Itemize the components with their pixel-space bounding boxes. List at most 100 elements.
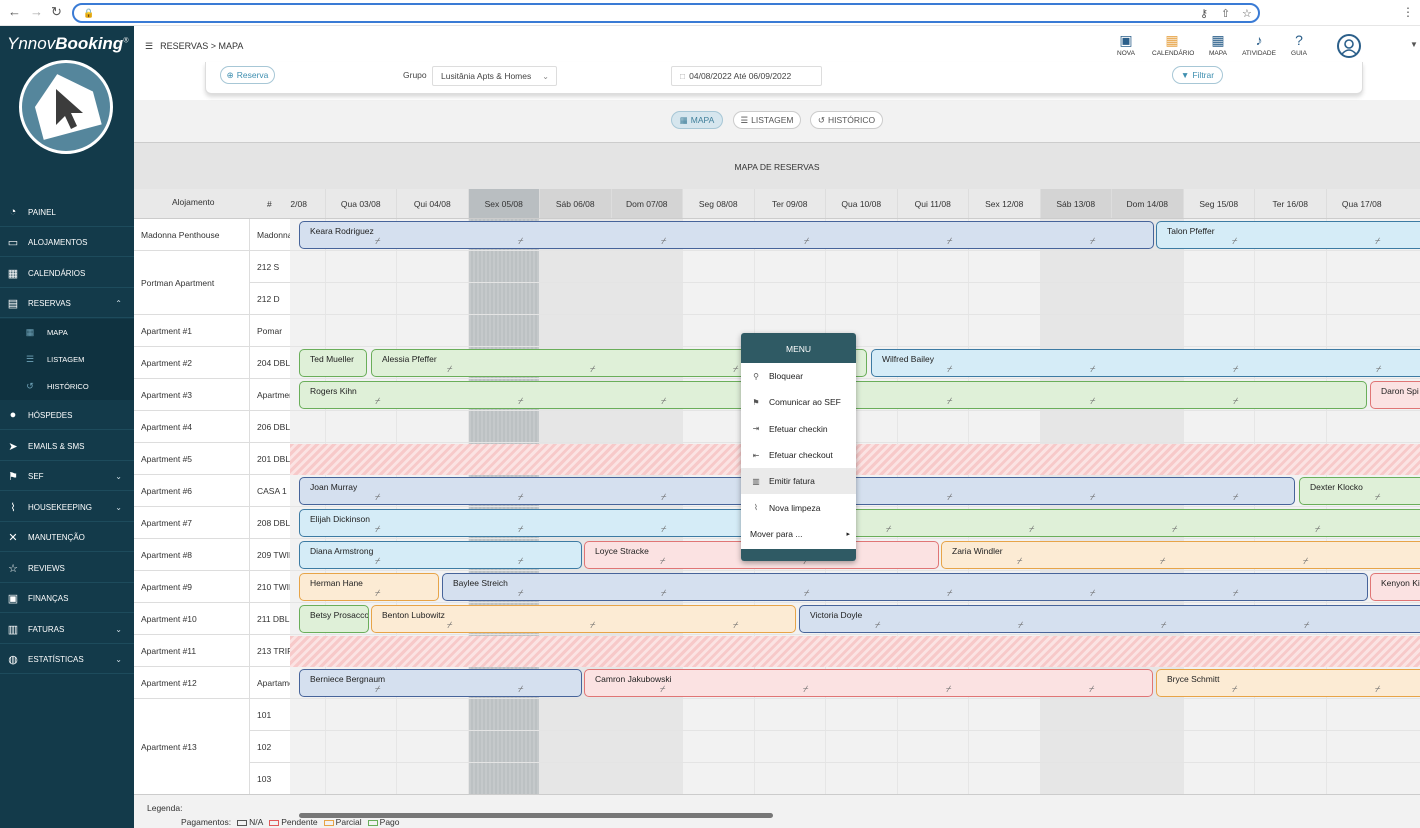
lock-icon: 🔒 xyxy=(83,8,95,18)
sidebar-item-calend-rios[interactable]: ▦ CALENDÁRIOS xyxy=(0,259,134,288)
sidebar-item-sef[interactable]: ⚑ SEF ⌄ xyxy=(0,462,134,491)
top-bar: ☰ RESERVAS > MAPA ▣ NOVA ▦ CALENDÁRIO ▦ MAPA ♪ A… xyxy=(134,26,1420,66)
topbar-atividade-button[interactable]: ♪ ATIVIDADE xyxy=(1239,32,1279,57)
booking-bar[interactable]: Wilfred Bailey ⌿ ⌿ ⌿ ⌿ xyxy=(871,349,1420,377)
room-label: 101 xyxy=(249,699,290,731)
topbar-nova-button[interactable]: ▣ NOVA xyxy=(1106,32,1146,57)
history-icon: ↺ xyxy=(817,114,825,125)
sidebar-subitem-2[interactable]: ↺ HISTÓRICO xyxy=(0,373,134,400)
arrow-left-icon[interactable]: ← xyxy=(8,5,21,19)
sidebar-subitem-0[interactable]: ▦ MAPA xyxy=(0,319,134,346)
accommodation-label[interactable]: Apartment #13 xyxy=(134,699,249,795)
star-icon: ☆ xyxy=(8,562,18,575)
room-number: 212 D xyxy=(257,293,280,304)
accommodation-label[interactable]: Apartment #8 xyxy=(134,539,249,571)
booking-bar[interactable]: Talon Pfeffer ⌿ ⌿ xyxy=(1156,221,1420,249)
reload-icon[interactable]: ↻ xyxy=(51,5,62,19)
booking-bar[interactable]: Betsy Prosacco xyxy=(299,605,369,633)
accommodation-label[interactable]: Apartment #10 xyxy=(134,603,249,635)
booking-bar[interactable]: Kenyon Ki xyxy=(1370,573,1420,601)
booking-bar[interactable]: Ted Mueller xyxy=(299,349,367,377)
booking-bar[interactable]: Benton Lubowitz ⌿ ⌿ ⌿ xyxy=(371,605,796,633)
booking-guest-name: Talon Pfeffer xyxy=(1167,226,1215,236)
accommodation-label[interactable]: Apartment #3 xyxy=(134,379,249,411)
booking-bar[interactable]: nn⌿⌿⌿⌿ xyxy=(810,509,1420,537)
sidebar-item-emails-sms[interactable]: ➤ EMAILS & SMS xyxy=(0,432,134,461)
accommodation-label[interactable]: Apartment #12 xyxy=(134,667,249,699)
sidebar-item-estat-sticas[interactable]: ◍ ESTATÍSTICAS ⌄ xyxy=(0,645,134,674)
avatar[interactable] xyxy=(1337,34,1361,58)
booking-bar[interactable]: Berniece Bergnaum ⌿ ⌿ xyxy=(299,669,582,697)
tab-mapa[interactable]: ▦ MAPA xyxy=(671,111,723,129)
date-range-input[interactable]: □ 04/08/2022 Até 06/09/2022 xyxy=(671,66,822,86)
broom-icon: ⌿ xyxy=(947,588,953,598)
booking-bar[interactable]: Camron Jakubowski ⌿ ⌿ ⌿ ⌿ xyxy=(584,669,1153,697)
group-select[interactable]: Lusitânia Apts & Homes ⌄ xyxy=(432,66,557,86)
sidebar-item-faturas[interactable]: ▥ FATURAS ⌄ xyxy=(0,615,134,644)
room-number: 209 TWIN xyxy=(257,549,290,560)
key-icon[interactable]: ⚷ xyxy=(1200,7,1208,20)
menu-item-emitir-fatura[interactable]: ▥ Emitir fatura xyxy=(741,468,856,495)
accommodation-label[interactable]: Apartment #2 xyxy=(134,347,249,379)
booking-bar[interactable]: Herman Hane ⌿ xyxy=(299,573,439,601)
accommodation-label[interactable]: Portman Apartment xyxy=(134,251,249,315)
user-icon: ● xyxy=(9,409,17,421)
accommodation-label[interactable]: Apartment #1 xyxy=(134,315,249,347)
booking-bar[interactable]: Zaria Windler ⌿ ⌿ ⌿ xyxy=(941,541,1420,569)
broom-icon: ⌿ xyxy=(1375,236,1381,246)
menu-item-bloquear[interactable]: ⚲ Bloquear xyxy=(741,363,856,389)
sidebar-item-h-spedes[interactable]: ● HÓSPEDES xyxy=(0,401,134,430)
accommodation-label[interactable]: Apartment #5 xyxy=(134,443,249,475)
tab-listagem[interactable]: ☰ LISTAGEM xyxy=(733,111,801,129)
broom-icon: ⌿ xyxy=(1375,684,1381,694)
booking-bar[interactable]: Daron Spi xyxy=(1370,381,1420,409)
filter-button[interactable]: ▼ Filtrar xyxy=(1172,66,1223,84)
address-bar[interactable]: 🔒 ⚷ ⇧ ☆ xyxy=(72,3,1260,23)
booking-bar[interactable]: Victoria Doyle ⌿ ⌿ ⌿ ⌿ xyxy=(799,605,1420,633)
sidebar-item-manuten-o[interactable]: ✕ MANUTENÇÃO xyxy=(0,523,134,552)
menu-item-efetuar-checkin[interactable]: ⇥ Efetuar checkin xyxy=(741,416,856,442)
accommodation-label[interactable]: Apartment #6 xyxy=(134,475,249,507)
sidebar-item-reservas[interactable]: ▤ RESERVAS ⌃ xyxy=(0,289,134,318)
day-header: Qua 10/08 xyxy=(825,189,897,218)
sidebar-item-housekeeping[interactable]: ⌇ HOUSEKEEPING ⌄ xyxy=(0,493,134,522)
booking-bar[interactable]: Diana Armstrong ⌿ ⌿ xyxy=(299,541,582,569)
calendar-icon: ▦ xyxy=(7,267,19,280)
horizontal-scrollbar[interactable] xyxy=(299,813,773,818)
broom-icon: ⌿ xyxy=(1232,684,1238,694)
menu-item-mover-para[interactable]: Mover para ... ▸ xyxy=(741,521,856,547)
accommodation-label[interactable]: Madonna Penthouse xyxy=(134,219,249,251)
kebab-menu-icon[interactable]: ⋮ xyxy=(1402,5,1414,19)
sidebar-item-painel[interactable]: ◔ PAINEL xyxy=(0,198,134,227)
star-icon[interactable]: ☆ xyxy=(1242,7,1252,20)
sidebar-item-finan-as[interactable]: ▣ FINANÇAS xyxy=(0,584,134,613)
booking-bar[interactable]: Dexter Klocko ⌿ xyxy=(1299,477,1420,505)
accommodation-label[interactable]: Apartment #11 xyxy=(134,635,249,667)
accommodation-label[interactable]: Apartment #4 xyxy=(134,411,249,443)
tab-historico[interactable]: ↺ HISTÓRICO xyxy=(810,111,883,129)
grid-icon: ▦ xyxy=(1211,32,1225,48)
booking-bar[interactable]: Keara Rodriguez ⌿ ⌿ ⌿ ⌿ ⌿ ⌿ xyxy=(299,221,1154,249)
menu-item-efetuar-checkout[interactable]: ⇤ Efetuar checkout xyxy=(741,442,856,468)
topbar-mapa-button[interactable]: ▦ MAPA xyxy=(1198,32,1238,57)
menu-item-comunicar-ao-sef[interactable]: ⚑ Comunicar ao SEF xyxy=(741,389,856,415)
accommodation-label[interactable]: Apartment #7 xyxy=(134,507,249,539)
chevron-down-icon[interactable]: ▼ xyxy=(1410,40,1418,49)
blocked-row[interactable] xyxy=(290,636,1420,667)
topbar-guia-button[interactable]: ? GUIA xyxy=(1279,32,1319,57)
booking-bar[interactable]: Elijah Dickinson ⌿ ⌿ ⌿ xyxy=(299,509,799,537)
sidebar-subitem-1[interactable]: ☰ LISTAGEM xyxy=(0,346,134,373)
breadcrumb: ☰ RESERVAS > MAPA xyxy=(145,41,244,51)
sidebar-item-reviews[interactable]: ☆ REVIEWS xyxy=(0,554,134,583)
new-booking-button[interactable]: ⊕ Reserva xyxy=(220,66,275,84)
sidebar-item-alojamentos[interactable]: ▭ ALOJAMENTOS xyxy=(0,228,134,257)
accommodation-label[interactable]: Apartment #9 xyxy=(134,571,249,603)
share-icon[interactable]: ⇧ xyxy=(1221,7,1230,20)
topbar-calend-rio-button[interactable]: ▦ CALENDÁRIO xyxy=(1152,32,1194,57)
hamburger-icon[interactable]: ☰ xyxy=(145,41,153,51)
menu-item-nova-limpeza[interactable]: ⌇ Nova limpeza xyxy=(741,494,856,520)
booking-bar[interactable]: Bryce Schmitt ⌿ ⌿ xyxy=(1156,669,1420,697)
suitcase-icon: ▤ xyxy=(7,297,19,310)
arrow-right-icon[interactable]: → xyxy=(30,5,43,19)
booking-bar[interactable]: Baylee Streich ⌿ ⌿ ⌿ ⌿ ⌿ ⌿ xyxy=(442,573,1368,601)
